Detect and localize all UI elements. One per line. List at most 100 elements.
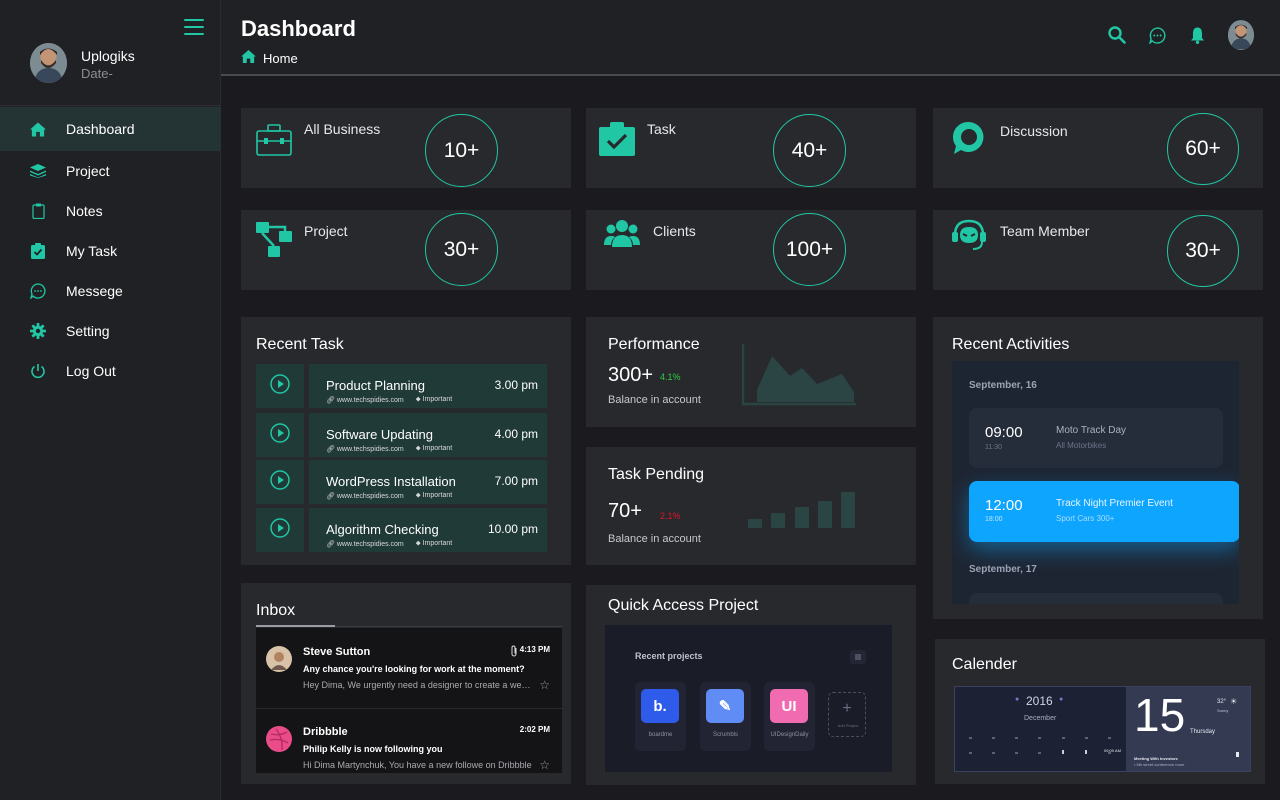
discussion-icon <box>951 120 987 154</box>
performance-card: Performance 300+ 4.1% Balance in account <box>586 317 916 427</box>
activity-time: 12:00 <box>985 497 1023 514</box>
task-time: 4.00 pm <box>494 427 538 441</box>
sun-icon: ☀ <box>1230 697 1238 706</box>
project-name: boardme <box>648 732 673 738</box>
stat-card-team-member[interactable]: Team Member 30+ <box>933 210 1263 290</box>
play-button[interactable] <box>256 364 304 408</box>
task-link-text: www.techspidies.com <box>336 446 404 453</box>
weather: Sunny <box>1217 708 1229 713</box>
stat-label: Discussion <box>1000 123 1068 139</box>
divider <box>0 105 221 106</box>
sidebar-item-my-task[interactable]: My Task <box>0 231 221 271</box>
project-name: Scrumbls <box>712 732 738 738</box>
link-icon: 🔗︎ <box>326 541 337 548</box>
activity-time: 09:00 <box>985 424 1023 441</box>
play-button[interactable] <box>256 460 304 504</box>
sidebar-item-log-out[interactable]: Log Out <box>0 351 221 391</box>
task-body[interactable]: Product Planning 3.00 pm 🔗︎ www.techspidie… <box>309 364 547 408</box>
task-link[interactable]: 🔗︎ www.techspidies.com <box>326 445 404 453</box>
stat-card-project[interactable]: Project 30+ <box>241 210 571 290</box>
sidebar: Uplogiks Date- Dashboard Project Notes M… <box>0 0 221 800</box>
breadcrumb-home-link[interactable]: Home <box>263 51 298 66</box>
task-link[interactable]: 🔗︎ www.techspidies.com <box>326 492 404 500</box>
activity-item-highlighted[interactable]: 12:00 18:00 Track Night Premier Event Sp… <box>969 481 1239 542</box>
sidebar-item-dashboard[interactable]: Dashboard <box>0 107 221 151</box>
task-body[interactable]: Algorithm Checking 10.00 pm 🔗︎ www.techspi… <box>309 508 547 552</box>
task-row[interactable]: Product Planning 3.00 pm 🔗︎ www.techspidie… <box>256 364 547 408</box>
sidebar-item-project[interactable]: Project <box>0 151 221 191</box>
mail-item[interactable]: Steve Sutton 4:13 PM Any chance you're l… <box>256 628 562 708</box>
activity-subtitle: All Motorbikes <box>1056 441 1107 450</box>
profile-name: Uplogiks <box>81 48 135 64</box>
task-row[interactable]: Software Updating 4.00 pm 🔗︎ www.techspidi… <box>256 413 547 457</box>
calendar-weekday: Thursday <box>1190 729 1216 735</box>
sidebar-item-setting[interactable]: Setting <box>0 311 221 351</box>
bell-icon[interactable] <box>1188 26 1206 44</box>
mail-item[interactable]: Dribbble 2:02 PM Philip Kelly is now fol… <box>256 708 562 773</box>
activity-subtime: 18:00 <box>985 516 1003 523</box>
mail-sender: Dribbble <box>303 726 348 738</box>
task-meta: 🔗︎ www.techspidies.com ⬥ Important <box>326 445 452 453</box>
activity-title: Moto Track Day <box>1056 425 1127 436</box>
calendar-year: 2016 <box>1026 694 1053 708</box>
breadcrumb: Home <box>241 50 298 66</box>
menu-icon[interactable] <box>850 650 866 664</box>
play-button[interactable] <box>256 413 304 457</box>
task-row[interactable]: WordPress Installation 7.00 pm 🔗︎ www.tech… <box>256 460 547 504</box>
task-meta: 🔗︎ www.techspidies.com ⬥ Important <box>326 492 452 500</box>
stat-card-clients[interactable]: Clients 100+ <box>586 210 916 290</box>
task-link[interactable]: 🔗︎ www.techspidies.com <box>326 540 404 548</box>
task-body[interactable]: WordPress Installation 7.00 pm 🔗︎ www.tech… <box>309 460 547 504</box>
tag-icon: ⬥ <box>415 540 423 547</box>
activity-item[interactable]: 09:00 11:30 Moto Track Day All Motorbike… <box>969 408 1223 468</box>
task-pending-bar-sparkline <box>748 492 855 528</box>
stat-card-all-business[interactable]: All Business 10+ <box>241 108 571 188</box>
project-tile[interactable]: UI UIDesignDaily <box>764 682 815 751</box>
star-icon[interactable]: ☆ <box>539 758 550 772</box>
stat-card-task[interactable]: Task 40+ <box>586 108 916 188</box>
headset-icon <box>951 219 987 253</box>
calendar-card: Calender ● 2016 ● December 15 Thursday 3… <box>935 639 1265 784</box>
performance-value: 300+ <box>608 364 654 386</box>
user-avatar[interactable] <box>1228 20 1254 50</box>
project-name: UIDesignDaily <box>770 732 809 738</box>
calendar-day-grid[interactable] <box>965 735 1125 765</box>
sidebar-item-label: Setting <box>66 323 110 339</box>
search-icon[interactable] <box>1108 26 1126 44</box>
sidebar-item-messege[interactable]: Messege <box>0 271 221 311</box>
stat-label: All Business <box>304 121 381 137</box>
task-time: 10.00 pm <box>487 522 538 536</box>
task-pending-delta: 2.1% <box>660 511 681 521</box>
next-month-icon[interactable]: ● <box>1059 696 1063 703</box>
uidesigndaily-icon: UI <box>770 689 808 723</box>
scrumbls-icon: ✎ <box>706 689 744 723</box>
star-icon[interactable]: ☆ <box>539 678 550 692</box>
task-tag: ⬥ Important <box>416 492 452 500</box>
play-button[interactable] <box>256 508 304 552</box>
avatar[interactable] <box>30 43 67 83</box>
task-link[interactable]: 🔗︎ www.techspidies.com <box>326 396 404 404</box>
task-body[interactable]: Software Updating 4.00 pm 🔗︎ www.techspidi… <box>309 413 547 457</box>
task-row[interactable]: Algorithm Checking 10.00 pm 🔗︎ www.techspi… <box>256 508 547 552</box>
panel-heading: Recent projects <box>635 651 703 661</box>
project-tile[interactable]: ✎ Scrumbls <box>700 682 751 751</box>
task-pending-card: Task Pending 70+ 2.1% Balance in account <box>586 447 916 565</box>
activity-subtitle: Sport Cars 300+ <box>1056 514 1115 523</box>
card-title: Task Pending <box>608 466 705 483</box>
tab-indicator <box>256 625 335 627</box>
header-actions <box>1108 20 1254 50</box>
chat-icon[interactable] <box>1148 26 1166 44</box>
mail-subject: Any chance you're looking for work at th… <box>303 664 525 674</box>
task-tag: ⬥ Important <box>416 540 452 548</box>
task-check-icon <box>599 122 635 156</box>
clipboard-icon <box>30 203 46 219</box>
home-icon[interactable] <box>241 50 256 66</box>
add-project-button[interactable]: + Add Project <box>828 692 866 737</box>
prev-month-icon[interactable]: ● <box>1015 696 1019 703</box>
project-tile[interactable]: b. boardme <box>635 682 686 751</box>
stat-card-discussion[interactable]: Discussion 60+ <box>933 108 1263 188</box>
activity-item[interactable] <box>969 593 1223 604</box>
link-icon: 🔗︎ <box>326 493 337 500</box>
sidebar-item-notes[interactable]: Notes <box>0 191 221 231</box>
hamburger-menu-icon[interactable] <box>184 19 204 35</box>
